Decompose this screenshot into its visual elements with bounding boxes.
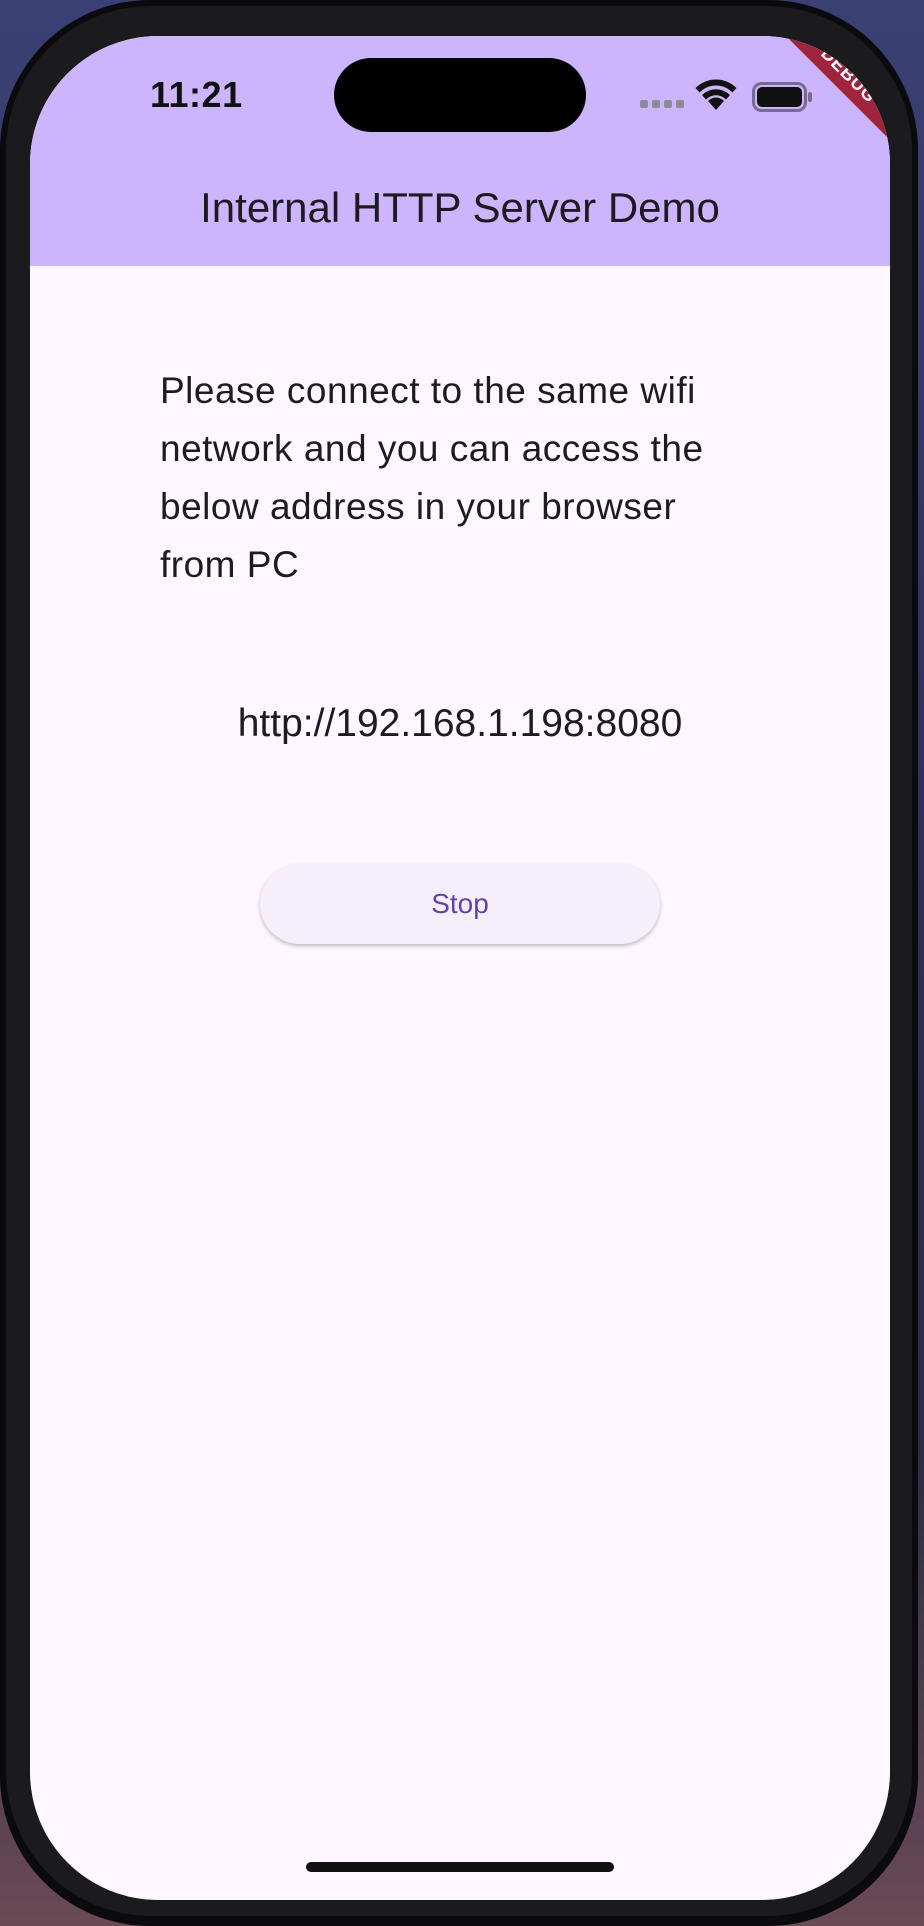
connection-instructions: Please connect to the same wifi network … <box>160 370 704 585</box>
status-time: 11:21 <box>150 74 243 115</box>
app-bar: 11:21 Internal HTTP Server Demo <box>30 36 890 266</box>
wifi-icon <box>695 79 737 110</box>
dynamic-island <box>334 58 586 132</box>
server-address: http://192.168.1.198:8080 <box>237 702 683 745</box>
app-title: Internal HTTP Server Demo <box>200 184 720 231</box>
battery-icon <box>752 82 812 112</box>
phone-frame: 11:21 Internal HTTP Server Demo DEBUG Pl… <box>0 0 918 1926</box>
cellular-signal-icon <box>640 100 686 110</box>
stop-button[interactable]: Stop <box>260 864 660 944</box>
app-screen: 11:21 Internal HTTP Server Demo DEBUG Pl… <box>30 36 890 1900</box>
home-indicator[interactable] <box>306 1862 614 1872</box>
phone-bezel: 11:21 Internal HTTP Server Demo DEBUG Pl… <box>6 6 912 1916</box>
